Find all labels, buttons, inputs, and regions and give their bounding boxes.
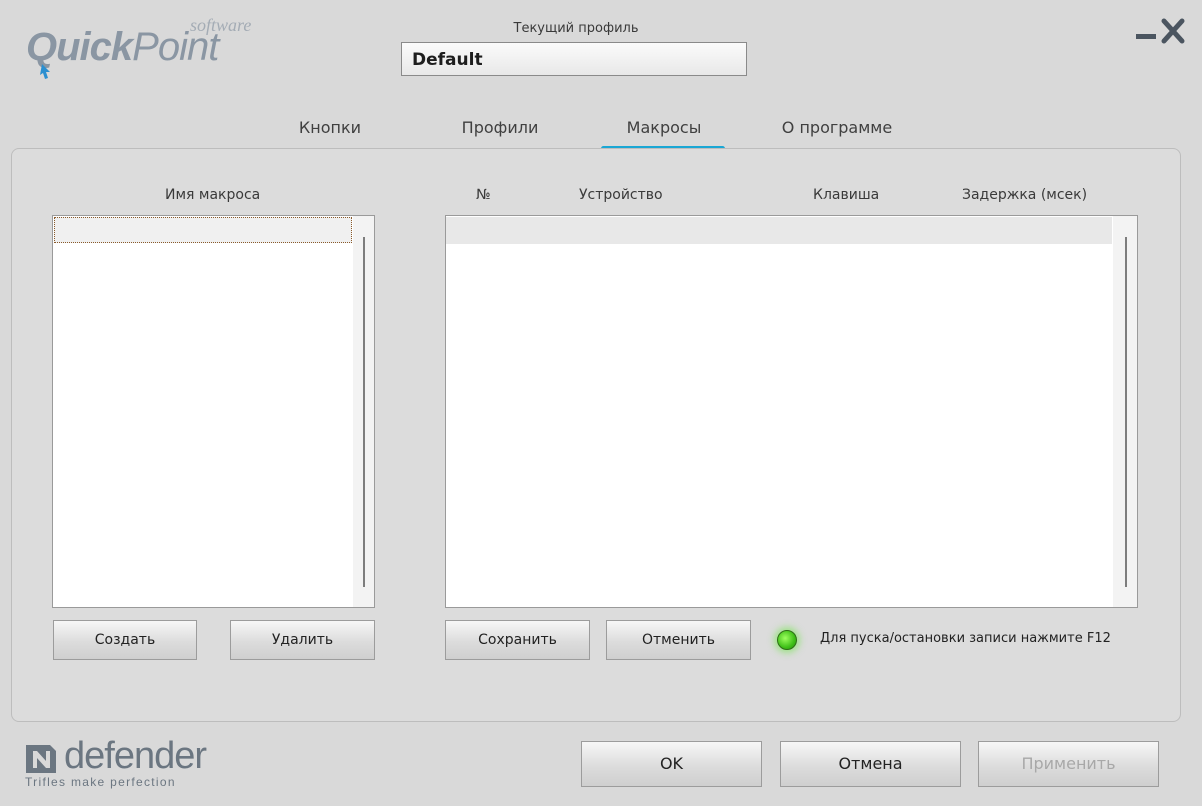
tab-buttons[interactable]: Кнопки	[288, 116, 372, 142]
tab-macros[interactable]: Макросы	[612, 116, 716, 142]
column-device: Устройство	[579, 187, 663, 203]
macro-name-list[interactable]	[52, 215, 375, 608]
minimize-icon[interactable]	[1136, 34, 1156, 39]
ok-button[interactable]: OK	[581, 741, 762, 787]
steps-table-scroll-thumb[interactable]	[1125, 237, 1127, 587]
record-hint: Для пуска/остановки записи нажмите F12	[820, 631, 1111, 646]
cursor-logo-icon	[40, 64, 50, 79]
defender-logo-text: defender	[64, 735, 207, 777]
apply-button[interactable]: Применить	[978, 741, 1159, 787]
table-row[interactable]	[446, 217, 1112, 244]
column-delay: Задержка (мсек)	[962, 187, 1088, 203]
logo-software: software	[190, 15, 252, 35]
defender-logo-icon	[26, 745, 56, 773]
cancel-button[interactable]: Отмена	[780, 741, 961, 787]
column-number: №	[476, 187, 491, 203]
tab-about[interactable]: О программе	[770, 116, 904, 142]
profile-select[interactable]: Default	[401, 42, 747, 76]
column-key: Клавиша	[813, 187, 880, 203]
save-macro-button[interactable]: Сохранить	[445, 620, 590, 660]
cancel-macro-button[interactable]: Отменить	[606, 620, 751, 660]
tab-profiles[interactable]: Профили	[448, 116, 552, 142]
led-indicator-icon	[777, 630, 797, 650]
macro-list-scroll-thumb[interactable]	[363, 237, 365, 587]
create-macro-button[interactable]: Создать	[53, 620, 197, 660]
defender-tagline: Trifles make perfection	[25, 775, 176, 789]
delete-macro-button[interactable]: Удалить	[230, 620, 375, 660]
profile-label: Текущий профиль	[513, 21, 639, 36]
macro-name-header: Имя макроса	[165, 187, 261, 203]
close-icon[interactable]	[1159, 16, 1187, 46]
list-item[interactable]	[54, 217, 352, 243]
macro-steps-table[interactable]	[445, 215, 1138, 608]
